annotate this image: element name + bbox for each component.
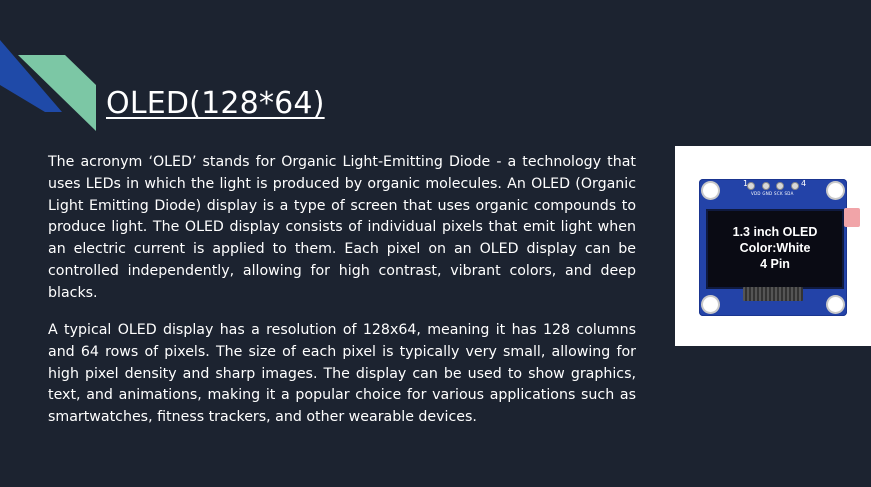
pin [761,182,770,190]
mount-hole [703,297,718,312]
screen-line-pins: 4 Pin [760,257,790,271]
header-pins [747,181,799,191]
pin [747,182,755,190]
oled-screen: 1.3 inch OLED Color:White 4 Pin [706,209,844,289]
mount-hole [828,297,843,312]
screen-line-size: 1.3 inch OLED [732,225,818,239]
side-tab-marker [844,208,860,227]
pin [776,182,785,190]
corner-accent-shape [0,40,96,131]
pin [790,182,799,190]
pcb-board: 1 4 VDD GND SCK SDA 1.3 inch OLED Color:… [699,179,847,316]
pin-number-end: 4 [801,179,807,188]
pin-labels: VDD GND SCK SDA [751,191,794,196]
oled-resolution-paragraph: A typical OLED display has a resolution … [48,322,636,426]
oled-module-image: 1 4 VDD GND SCK SDA 1.3 inch OLED Color:… [675,146,871,346]
flex-ribbon-cable [743,287,803,301]
mount-hole [703,183,718,198]
mount-hole [828,183,843,198]
oled-description-paragraph: The acronym ‘OLED’ stands for Organic Li… [48,154,636,301]
screen-line-color: Color:White [739,241,811,255]
slide: OLED(128*64) The acronym ‘OLED’ stands f… [0,0,871,487]
slide-title: OLED(128*64) [106,86,325,121]
